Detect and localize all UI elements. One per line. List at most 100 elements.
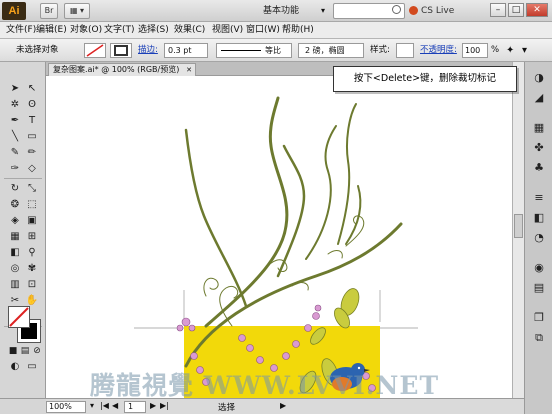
arrange-documents-button[interactable]: ▦ ▾	[64, 3, 90, 19]
stroke-panel-icon[interactable]: ≡	[531, 190, 547, 206]
page-input[interactable]: 1	[124, 401, 146, 413]
style-swatch[interactable]	[396, 43, 414, 58]
artboard-canvas[interactable]	[46, 76, 512, 398]
stroke-line-preview	[221, 50, 261, 51]
menu-help[interactable]: 帮助(H)	[282, 24, 314, 37]
mesh-tool-icon[interactable]: ⊞	[25, 230, 39, 244]
direct-selection-tool-icon[interactable]: ↖	[25, 82, 39, 96]
fill-swatch[interactable]	[84, 43, 106, 58]
cs-live-button[interactable]: CS Live	[421, 3, 454, 19]
search-icon	[392, 5, 401, 14]
eraser-tool-icon[interactable]: ◇	[25, 162, 39, 176]
rectangle-tool-icon[interactable]: ▭	[25, 130, 39, 144]
divider	[4, 178, 42, 179]
scale-tool-icon[interactable]: ⤡	[25, 182, 39, 196]
chevron-down-icon[interactable]: ▾	[321, 3, 325, 19]
line-tool-icon[interactable]: ╲	[8, 130, 22, 144]
fill-color-swatch[interactable]	[8, 306, 30, 328]
graphic-styles-panel-icon[interactable]: ▤	[531, 280, 547, 296]
rotate-tool-icon[interactable]: ↻	[8, 182, 22, 196]
stroke-profile-value: 等比	[265, 46, 281, 55]
paintbrush-tool-icon[interactable]: ✎	[8, 146, 22, 160]
brushes-panel-icon[interactable]: ✤	[531, 140, 547, 156]
symbols-panel-icon[interactable]: ♣	[531, 160, 547, 176]
menu-bar: 文件(F) 编辑(E) 对象(O) 文字(T) 选择(S) 效果(C) 视图(V…	[0, 22, 552, 39]
stroke-weight-input[interactable]: 0.3 pt	[164, 43, 208, 58]
menu-file[interactable]: 文件(F)	[6, 24, 36, 37]
panel-menu-icon[interactable]: ▾	[522, 43, 527, 58]
none-mode-icon[interactable]: ⊘	[30, 344, 44, 358]
opacity-label-link[interactable]: 不透明度:	[420, 43, 457, 58]
transparency-panel-icon[interactable]: ◔	[531, 230, 547, 246]
cs-live-icon	[409, 6, 418, 15]
menu-effect[interactable]: 效果(C)	[174, 24, 205, 37]
first-page-icon[interactable]: |◀	[100, 401, 109, 410]
appearance-panel-icon[interactable]: ◉	[531, 260, 547, 276]
stroke-icon	[114, 45, 128, 56]
stroke-weight-value: 0.3 pt	[168, 46, 192, 55]
screen-mode-icon[interactable]: ▭	[25, 360, 39, 374]
magic-wand-tool-icon[interactable]: ✲	[8, 98, 22, 112]
menu-window[interactable]: 窗口(W)	[246, 24, 280, 37]
chevron-down-icon[interactable]: ▾	[90, 401, 94, 410]
zoom-select[interactable]: 100%	[46, 401, 86, 413]
scrollbar-thumb[interactable]	[514, 214, 523, 238]
vine-group	[184, 96, 403, 368]
recolor-icon[interactable]: ✦	[506, 43, 514, 58]
gradient-tool-icon[interactable]: ◧	[8, 246, 22, 260]
menu-edit[interactable]: 编辑(E)	[36, 24, 67, 37]
vertical-scrollbar[interactable]	[512, 62, 524, 398]
blob-brush-tool-icon[interactable]: ✑	[8, 162, 22, 176]
close-button[interactable]: ✕	[526, 3, 548, 17]
pencil-tool-icon[interactable]: ✏	[25, 146, 39, 160]
stroke-label-link[interactable]: 描边:	[138, 43, 158, 58]
brush-select[interactable]: 2 磅，椭圆	[298, 43, 364, 58]
previous-page-icon[interactable]: ◀	[112, 401, 118, 410]
next-page-icon[interactable]: ▶	[150, 401, 156, 410]
artboards-panel-icon[interactable]: ⧉	[531, 330, 547, 346]
maximize-button[interactable]: □	[508, 3, 524, 17]
opacity-input[interactable]: 100	[462, 43, 488, 58]
brush-value: 2 磅，椭圆	[305, 46, 345, 55]
stroke-profile-select[interactable]: 等比	[216, 43, 292, 58]
live-paint-tool-icon[interactable]: ▣	[25, 214, 39, 228]
artboard-tool-icon[interactable]: ⊡	[25, 278, 39, 292]
title-bar: Ai Br ▦ ▾ 基本功能 ▾ CS Live – □ ✕	[0, 0, 552, 22]
free-transform-tool-icon[interactable]: ⬚	[25, 198, 39, 212]
menu-type[interactable]: 文字(T)	[104, 24, 135, 37]
color-panel-icon[interactable]: ◑	[531, 70, 547, 86]
instruction-callout: 按下<Delete>键，删除裁切标记	[333, 66, 517, 92]
bridge-button[interactable]: Br	[40, 3, 58, 19]
document-tab[interactable]: 复杂图案.ai* @ 100% (RGB/预览) ✕	[48, 63, 196, 76]
close-tab-icon[interactable]: ✕	[186, 64, 192, 76]
menu-view[interactable]: 视图(V)	[212, 24, 243, 37]
gradient-panel-icon[interactable]: ◧	[531, 210, 547, 226]
draw-mode-icon[interactable]: ◐	[8, 360, 22, 374]
status-menu-icon[interactable]: ▶	[280, 401, 286, 410]
stroke-swatch[interactable]	[110, 43, 132, 58]
perspective-grid-tool-icon[interactable]: ▦	[8, 230, 22, 244]
menu-object[interactable]: 对象(O)	[70, 24, 102, 37]
warp-tool-icon[interactable]: ❂	[8, 198, 22, 212]
eyedropper-tool-icon[interactable]: ⚲	[25, 246, 39, 260]
pen-tool-icon[interactable]: ✒	[8, 114, 22, 128]
last-page-icon[interactable]: ▶|	[160, 401, 169, 410]
workspace-switcher[interactable]: 基本功能	[263, 3, 321, 19]
type-tool-icon[interactable]: T	[25, 114, 39, 128]
column-graph-tool-icon[interactable]: ▥	[8, 278, 22, 292]
current-tool-status: 选择	[218, 403, 236, 413]
minimize-button[interactable]: –	[490, 3, 506, 17]
page-value: 1	[128, 402, 134, 411]
zoom-value: 100%	[49, 402, 72, 411]
shape-builder-tool-icon[interactable]: ◈	[8, 214, 22, 228]
symbol-sprayer-tool-icon[interactable]: ✾	[25, 262, 39, 276]
lasso-tool-icon[interactable]: ʘ	[25, 98, 39, 112]
control-bar: 未选择对象 描边: 0.3 pt 等比 2 磅，椭圆 样式: 不透明度: 100…	[0, 39, 552, 62]
selection-tool-icon[interactable]: ➤	[8, 82, 22, 96]
menu-select[interactable]: 选择(S)	[138, 24, 169, 37]
blend-tool-icon[interactable]: ◎	[8, 262, 22, 276]
color-guide-icon[interactable]: ◢	[531, 90, 547, 106]
app-logo: Ai	[2, 2, 26, 20]
layers-panel-icon[interactable]: ❐	[531, 310, 547, 326]
swatches-panel-icon[interactable]: ▦	[531, 120, 547, 136]
